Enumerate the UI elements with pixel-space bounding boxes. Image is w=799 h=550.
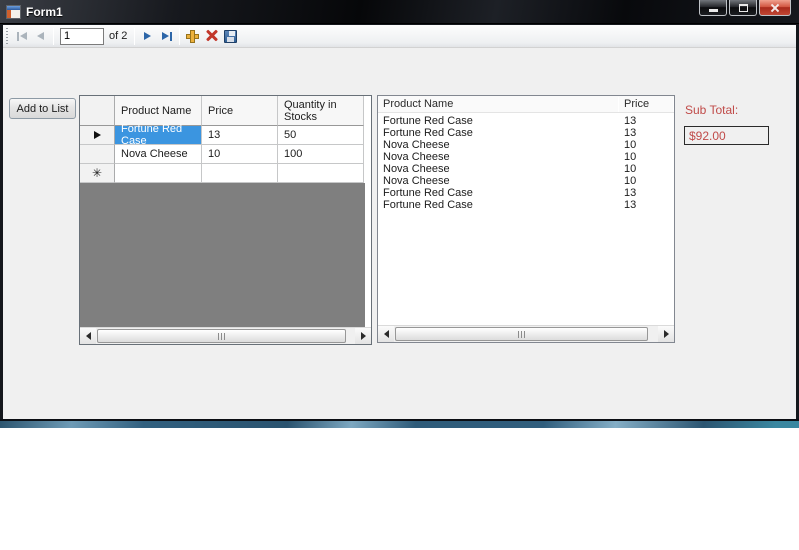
list-item[interactable]: Nova Cheese 10 (378, 151, 674, 163)
toolbar-separator (134, 27, 136, 45)
move-last-button[interactable] (157, 27, 176, 46)
grid-cell-qty-1[interactable]: 50 (278, 126, 364, 145)
subtotal-value-box: $92.00 (684, 126, 769, 145)
thumb-grip-icon (521, 330, 523, 338)
add-new-icon (185, 29, 200, 44)
delete-icon (205, 29, 219, 43)
grid-header-qty[interactable]: Quantity in Stocks (278, 96, 364, 126)
toolbar-separator (179, 27, 181, 45)
close-icon (770, 3, 780, 13)
move-next-button[interactable] (138, 27, 157, 46)
grid-hscroll-track[interactable] (96, 328, 355, 344)
move-next-icon (144, 32, 152, 40)
grid-hscroll-thumb[interactable] (97, 329, 346, 343)
listview-header-product[interactable]: Product Name (378, 96, 619, 113)
save-icon (224, 29, 238, 43)
listview-header: Product Name Price (378, 96, 674, 113)
grid-header-product[interactable]: Product Name (115, 96, 202, 126)
grid-header-row: Product Name Price Quantity in Stocks (80, 96, 371, 126)
grid-cell-price-2[interactable]: 10 (202, 145, 278, 164)
listview-hscrollbar[interactable] (378, 325, 674, 342)
cart-listview: Product Name Price Fortune Red Case 13 Fo… (377, 95, 675, 343)
current-row-indicator-icon (93, 131, 101, 139)
grid-cell-product-2[interactable]: Nova Cheese (115, 145, 202, 164)
list-item[interactable]: Fortune Red Case 13 (378, 127, 674, 139)
form-client-area: Add to List Product Name Price Quantity … (3, 48, 796, 419)
column-separator[interactable] (673, 97, 674, 112)
screenshot-root: Form1 of 2 (0, 0, 799, 550)
grid-background (80, 183, 365, 327)
maximize-icon (738, 4, 748, 12)
scroll-left-icon (383, 330, 389, 338)
move-first-button[interactable] (12, 27, 31, 46)
thumb-grip-icon (220, 332, 222, 340)
binding-navigator-toolbar: of 2 (3, 25, 796, 48)
maximize-button[interactable] (729, 0, 757, 16)
grid-row-2: Nova Cheese 10 100 (80, 145, 371, 164)
new-row-icon: ✳ (91, 166, 103, 180)
save-button[interactable] (221, 27, 240, 46)
delete-button[interactable] (202, 27, 221, 46)
move-previous-icon (37, 32, 44, 40)
form-icon (6, 5, 21, 19)
scroll-left-icon (85, 332, 91, 340)
grid-row-header-1[interactable] (80, 126, 115, 145)
grid-hscrollbar[interactable] (80, 327, 371, 344)
listview-hscroll-track[interactable] (394, 326, 658, 342)
add-new-button[interactable] (183, 27, 202, 46)
move-first-icon (16, 31, 19, 41)
list-item[interactable]: Fortune Red Case 13 (378, 199, 674, 211)
list-item[interactable]: Nova Cheese 10 (378, 163, 674, 175)
products-datagrid: Product Name Price Quantity in Stocks Fo… (79, 95, 372, 345)
grid-new-cell-price[interactable] (202, 164, 278, 183)
subtotal-label: Sub Total: (685, 103, 739, 117)
toolbar-grip[interactable] (6, 28, 8, 44)
listview-rows: Fortune Red Case 13 Fortune Red Case 13 No… (378, 115, 674, 211)
scroll-right-button[interactable] (355, 328, 371, 344)
close-button[interactable] (759, 0, 791, 16)
move-previous-button[interactable] (31, 27, 50, 46)
scroll-right-icon (360, 332, 366, 340)
grid-cell-price-1[interactable]: 13 (202, 126, 278, 145)
grid-new-row: ✳ (80, 164, 371, 183)
scroll-left-button[interactable] (80, 328, 96, 344)
list-item[interactable]: Fortune Red Case 13 (378, 187, 674, 199)
scroll-right-button[interactable] (658, 326, 674, 342)
grid-new-row-header[interactable]: ✳ (80, 164, 115, 183)
titlebar[interactable]: Form1 (0, 0, 799, 24)
grid-new-cell-qty[interactable] (278, 164, 364, 183)
list-item[interactable]: Fortune Red Case 13 (378, 115, 674, 127)
scroll-right-icon (663, 330, 669, 338)
grid-cell-qty-2[interactable]: 100 (278, 145, 364, 164)
toolbar-separator (53, 27, 54, 45)
window-title: Form1 (26, 5, 63, 19)
column-separator[interactable] (618, 97, 619, 112)
grid-row-1: Fortune Red Case 13 50 (80, 123, 371, 147)
grid-row-header-2[interactable] (80, 145, 115, 164)
window-controls (699, 0, 791, 16)
list-item[interactable]: Nova Cheese 10 (378, 175, 674, 187)
minimize-button[interactable] (699, 0, 727, 16)
subtotal-value: $92.00 (689, 128, 726, 143)
move-last-icon (161, 32, 169, 40)
form-window: Form1 of 2 (0, 0, 799, 428)
record-count-label: of 2 (109, 30, 128, 42)
list-item[interactable]: Nova Cheese 10 (378, 139, 674, 151)
grid-cell-product-1[interactable]: Fortune Red Case (115, 123, 202, 147)
window-bottom-border (0, 419, 799, 428)
listview-hscroll-thumb[interactable] (395, 327, 649, 341)
listview-header-price[interactable]: Price (619, 96, 674, 113)
scroll-left-button[interactable] (378, 326, 394, 342)
record-position-input[interactable] (60, 27, 104, 45)
grid-header-price[interactable]: Price (202, 96, 278, 126)
grid-new-cell-product[interactable] (115, 164, 202, 183)
minimize-icon (708, 9, 718, 12)
grid-corner-header[interactable] (80, 96, 115, 126)
add-to-list-button[interactable]: Add to List (9, 98, 76, 119)
